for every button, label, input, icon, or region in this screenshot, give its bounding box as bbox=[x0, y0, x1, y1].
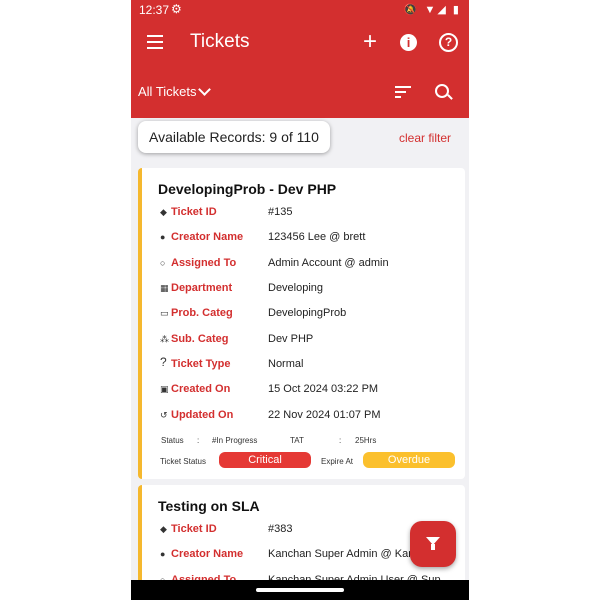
tat-value: 25Hrs bbox=[355, 436, 377, 445]
field-row: ● Creator Name 123456 Lee @ brett bbox=[160, 231, 460, 247]
person-outline-icon: ○ bbox=[160, 258, 166, 268]
field-value: Kanchan Super Admin @ Kanc bbox=[268, 548, 420, 560]
field-row: ▭ Prob. Categ DevelopingProb bbox=[160, 307, 460, 323]
field-value: #383 bbox=[268, 523, 293, 535]
field-value: 123456 Lee @ brett bbox=[268, 231, 366, 243]
chevron-down-icon[interactable] bbox=[198, 83, 211, 96]
history-icon: ↺ bbox=[160, 410, 168, 420]
person-icon: ● bbox=[160, 549, 166, 559]
field-row: ◆ Ticket ID #135 bbox=[160, 206, 460, 222]
status-label: Status bbox=[161, 436, 184, 445]
field-label: Ticket ID bbox=[171, 523, 217, 535]
field-value: #135 bbox=[268, 206, 293, 218]
system-nav-bar bbox=[131, 580, 469, 600]
records-count-badge: Available Records: 9 of 110 bbox=[138, 121, 330, 153]
gear-icon: ⚙ bbox=[171, 2, 182, 16]
home-indicator[interactable] bbox=[256, 588, 344, 592]
field-row: ↺ Updated On 22 Nov 2024 01:07 PM bbox=[160, 409, 460, 425]
field-value: Admin Account @ admin bbox=[268, 257, 389, 269]
field-value: 15 Oct 2024 03:22 PM bbox=[268, 383, 379, 395]
critical-badge: Critical bbox=[219, 452, 311, 468]
field-value: Dev PHP bbox=[268, 333, 314, 345]
field-row: ▣ Created On 15 Oct 2024 03:22 PM bbox=[160, 383, 460, 399]
app-bar: 12:37 ⚙ 🔕 ▼◢ ▮ Tickets + i ? All Tickets bbox=[131, 0, 469, 118]
question-icon: ? bbox=[160, 355, 167, 369]
tat-label: TAT bbox=[290, 436, 304, 445]
person-icon: ● bbox=[160, 232, 166, 242]
overdue-badge: Overdue bbox=[363, 452, 455, 468]
colon: : bbox=[197, 436, 200, 445]
field-row: ? Ticket Type Normal bbox=[160, 355, 460, 374]
status-icons: 🔕 ▼◢ ▮ bbox=[403, 4, 461, 16]
ticket-status-label: Ticket Status bbox=[160, 457, 206, 466]
help-icon[interactable]: ? bbox=[439, 33, 458, 52]
page-title: Tickets bbox=[190, 31, 250, 52]
field-value: Normal bbox=[268, 358, 304, 370]
add-icon[interactable]: + bbox=[361, 30, 379, 54]
phone-screen: 12:37 ⚙ 🔕 ▼◢ ▮ Tickets + i ? All Tickets… bbox=[131, 0, 469, 600]
menu-icon[interactable] bbox=[147, 35, 163, 49]
field-row: ▦ Department Developing bbox=[160, 282, 460, 298]
filter-icon bbox=[426, 537, 440, 550]
field-label: Updated On bbox=[171, 409, 234, 421]
field-label: Creator Name bbox=[171, 231, 244, 243]
field-value: Developing bbox=[268, 282, 324, 294]
card-icon: ▭ bbox=[160, 308, 169, 318]
ticket-filter-dropdown[interactable]: All Tickets bbox=[138, 84, 197, 99]
field-label: Assigned To bbox=[171, 257, 237, 269]
field-value: 22 Nov 2024 01:07 PM bbox=[268, 409, 381, 421]
field-label: Ticket ID bbox=[171, 206, 217, 218]
sort-icon[interactable] bbox=[395, 86, 411, 98]
field-label: Sub. Categ bbox=[171, 333, 229, 345]
field-label: Creator Name bbox=[171, 548, 244, 560]
field-label: Prob. Categ bbox=[171, 307, 233, 319]
calendar-icon: ▣ bbox=[160, 384, 169, 394]
field-row: ⁂ Sub. Categ Dev PHP bbox=[160, 333, 460, 349]
field-label: Ticket Type bbox=[171, 358, 231, 370]
ticket-card[interactable]: DevelopingProb - Dev PHP ◆ Ticket ID #13… bbox=[138, 168, 465, 479]
search-icon[interactable] bbox=[435, 84, 449, 98]
field-row: ○ Assigned To Admin Account @ admin bbox=[160, 257, 460, 273]
ticket-title: DevelopingProb - Dev PHP bbox=[158, 181, 337, 197]
status-value: #In Progress bbox=[212, 436, 258, 445]
clear-filter-link[interactable]: clear filter bbox=[399, 131, 451, 145]
field-value: DevelopingProb bbox=[268, 307, 347, 319]
filter-fab-button[interactable] bbox=[410, 521, 456, 567]
info-icon[interactable]: i bbox=[400, 34, 417, 51]
status-bar: 12:37 ⚙ 🔕 ▼◢ ▮ bbox=[131, 0, 469, 22]
ticket-title: Testing on SLA bbox=[158, 498, 260, 514]
colon: : bbox=[339, 436, 342, 445]
tag-icon: ◆ bbox=[160, 207, 167, 217]
field-label: Department bbox=[171, 282, 233, 294]
building-icon: ▦ bbox=[160, 283, 169, 293]
status-time: 12:37 bbox=[139, 3, 170, 17]
field-label: Created On bbox=[171, 383, 231, 395]
tag-icon: ◆ bbox=[160, 524, 167, 534]
expire-label: Expire At bbox=[321, 457, 354, 466]
hierarchy-icon: ⁂ bbox=[160, 334, 169, 344]
